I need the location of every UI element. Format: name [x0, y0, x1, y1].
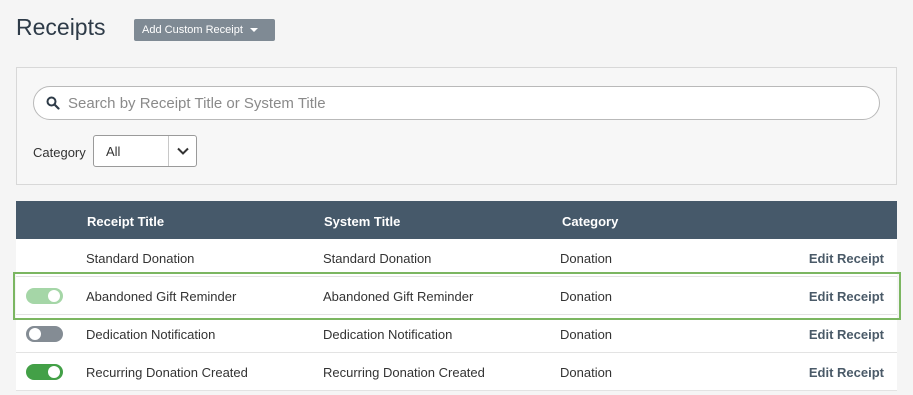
system-title-cell: Standard Donation: [323, 251, 432, 266]
filter-panel: Category All: [16, 67, 897, 185]
category-cell: Donation: [560, 365, 613, 380]
toggle-knob: [29, 328, 41, 340]
system-title-cell: Recurring Donation Created: [323, 365, 485, 380]
receipt-title-cell: Recurring Donation Created: [86, 365, 248, 380]
receipt-toggle[interactable]: [26, 364, 63, 380]
receipt-toggle[interactable]: [26, 326, 63, 342]
search-box[interactable]: [33, 86, 880, 120]
column-header-category[interactable]: Category: [562, 214, 618, 229]
page-header: Receipts: [16, 14, 105, 41]
category-cell: Donation: [560, 289, 613, 304]
category-value: All: [106, 143, 121, 159]
edit-receipt-link[interactable]: Edit Receipt: [809, 289, 884, 304]
toggle-knob: [48, 366, 60, 378]
receipt-title-cell: Abandoned Gift Reminder: [86, 289, 237, 304]
column-header-receipt-title[interactable]: Receipt Title: [87, 214, 164, 229]
receipt-title-cell: Dedication Notification: [86, 327, 216, 342]
category-label: Category: [33, 145, 86, 160]
table-row: Recurring Donation Created Recurring Don…: [16, 353, 897, 391]
toggle-knob: [48, 290, 60, 302]
page-title: Receipts: [16, 14, 106, 40]
table-header: Receipt Title System Title Category: [16, 201, 897, 239]
category-cell: Donation: [560, 251, 613, 266]
receipt-title-cell: Standard Donation: [86, 251, 195, 266]
table-row: Abandoned Gift Reminder Abandoned Gift R…: [16, 277, 897, 315]
add-custom-receipt-button[interactable]: Add Custom Receipt: [134, 19, 275, 41]
search-input[interactable]: [68, 94, 848, 112]
receipts-table: Receipt Title System Title Category Stan…: [16, 201, 897, 391]
edit-receipt-link[interactable]: Edit Receipt: [809, 365, 884, 380]
receipt-toggle[interactable]: [26, 288, 63, 304]
chevron-down-icon[interactable]: [169, 147, 196, 155]
table-row: Dedication Notification Dedication Notif…: [16, 315, 897, 353]
caret-down-icon: [249, 28, 258, 32]
category-select[interactable]: All: [93, 135, 197, 167]
column-header-system-title[interactable]: System Title: [324, 214, 400, 229]
system-title-cell: Dedication Notification: [323, 327, 453, 342]
add-custom-receipt-label: Add Custom Receipt: [142, 24, 243, 36]
category-cell: Donation: [560, 327, 613, 342]
edit-receipt-link[interactable]: Edit Receipt: [809, 327, 884, 342]
search-icon: [46, 96, 60, 110]
table-row: Standard Donation Standard Donation Dona…: [16, 239, 897, 277]
edit-receipt-link[interactable]: Edit Receipt: [809, 251, 884, 266]
system-title-cell: Abandoned Gift Reminder: [323, 289, 474, 304]
